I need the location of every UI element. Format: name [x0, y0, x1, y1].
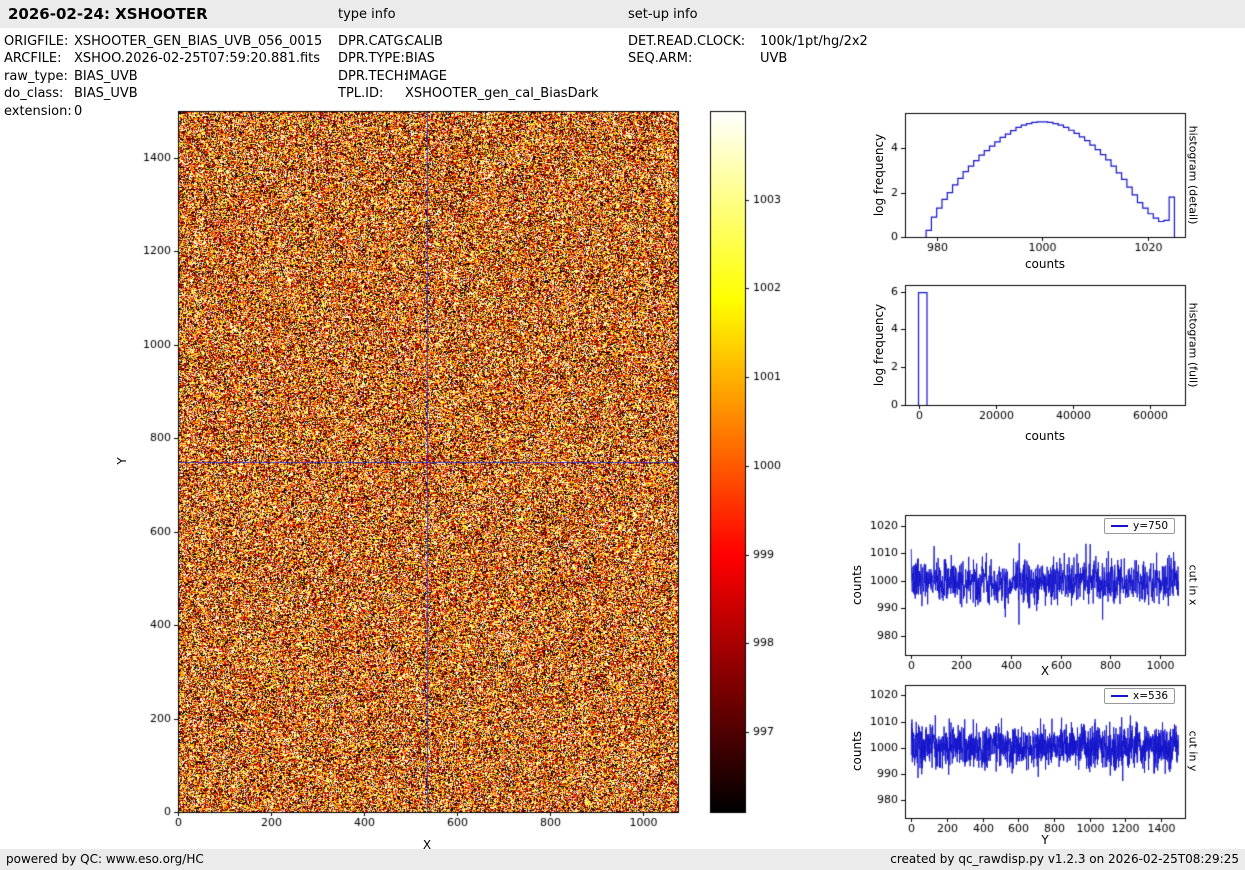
metadata-type-info: DPR.CATG: CALIB DPR.TYPE: BIAS DPR.TECH:… [338, 33, 598, 103]
legend-line-icon [1111, 695, 1128, 697]
meta-value: IMAGE [405, 68, 448, 84]
footer-left-text: powered by QC: www.eso.org/HC [6, 852, 204, 866]
colorbar-canvas [700, 100, 795, 830]
meta-row-arcfile: ARCFILE: XSHOO.2026-02-25T07:59:20.881.f… [4, 50, 322, 67]
meta-value: BIAS_UVB [74, 86, 138, 102]
meta-label: DPR.TECH: [338, 68, 408, 84]
type-info-heading: type info [338, 7, 396, 22]
cut-in-y-legend-label: x=536 [1133, 690, 1169, 702]
bias-image-canvas [140, 100, 695, 840]
metadata-setup-info: DET.READ.CLOCK: 100k/1pt/hg/2x2 SEQ.ARM:… [628, 33, 868, 68]
meta-label: SEQ.ARM: [628, 51, 693, 67]
meta-row-dpr-type: DPR.TYPE: BIAS [338, 50, 598, 67]
meta-row-seq-arm: SEQ.ARM: UVB [628, 50, 868, 67]
page-title: 2026-02-24: XSHOOTER [8, 5, 208, 23]
histogram-full-side-label: histogram (full) [1186, 302, 1200, 388]
meta-row-dpr-catg: DPR.CATG: CALIB [338, 33, 598, 50]
histogram-full-canvas [860, 272, 1195, 432]
histogram-detail-canvas [860, 100, 1195, 265]
meta-label: extension: [4, 103, 72, 119]
bias-image-ylabel: Y [115, 457, 129, 465]
cut-in-y-side-label: cut in y [1186, 730, 1200, 772]
cut-in-y-xlabel: Y [1041, 833, 1049, 847]
meta-label: DET.READ.CLOCK: [628, 34, 746, 49]
cut-in-x-legend: y=750 [1104, 518, 1176, 534]
cut-in-y-legend: x=536 [1104, 688, 1176, 704]
meta-value: BIAS [405, 51, 435, 67]
cut-in-x-legend-label: y=750 [1133, 520, 1169, 532]
meta-label: DPR.TYPE: [338, 51, 405, 67]
meta-value: 100k/1pt/hg/2x2 [760, 34, 868, 49]
meta-label: raw_type: [4, 68, 68, 84]
meta-label: ARCFILE: [4, 51, 62, 67]
meta-row-det-read-clock: DET.READ.CLOCK: 100k/1pt/hg/2x2 [628, 33, 868, 50]
meta-value: 0 [74, 103, 83, 119]
footer-right-text: created by qc_rawdisp.py v1.2.3 on 2026-… [890, 852, 1239, 866]
meta-label: do_class: [4, 86, 64, 102]
meta-value: XSHOO.2026-02-25T07:59:20.881.fits [74, 51, 321, 67]
cut-in-x-side-label: cut in x [1186, 564, 1200, 606]
meta-value: CALIB [405, 34, 443, 49]
setup-info-heading: set-up info [628, 7, 698, 22]
cut-in-y-ylabel: counts [850, 730, 864, 772]
histogram-detail-xlabel: counts [1024, 257, 1066, 271]
cut-in-x-ylabel: counts [850, 564, 864, 606]
qc-rawdisp-page: 2026-02-24: XSHOOTER type info set-up in… [0, 0, 1245, 870]
legend-line-icon [1111, 525, 1128, 527]
histogram-detail-side-label: histogram (detail) [1186, 125, 1200, 225]
meta-value: BIAS_UVB [74, 68, 138, 84]
meta-row-dpr-tech: DPR.TECH: IMAGE [338, 68, 598, 85]
meta-row-raw-type: raw_type: BIAS_UVB [4, 68, 322, 85]
meta-row-origfile: ORIGFILE: XSHOOTER_GEN_BIAS_UVB_056_0015 [4, 33, 322, 50]
meta-value: XSHOOTER_GEN_BIAS_UVB_056_0015 [74, 34, 323, 49]
histogram-detail-ylabel: log frequency [872, 133, 886, 217]
meta-label: DPR.CATG: [338, 34, 408, 49]
histogram-full-xlabel: counts [1024, 429, 1066, 443]
histogram-full-ylabel: log frequency [872, 303, 886, 387]
meta-value: UVB [760, 51, 788, 67]
meta-label: ORIGFILE: [4, 34, 69, 49]
